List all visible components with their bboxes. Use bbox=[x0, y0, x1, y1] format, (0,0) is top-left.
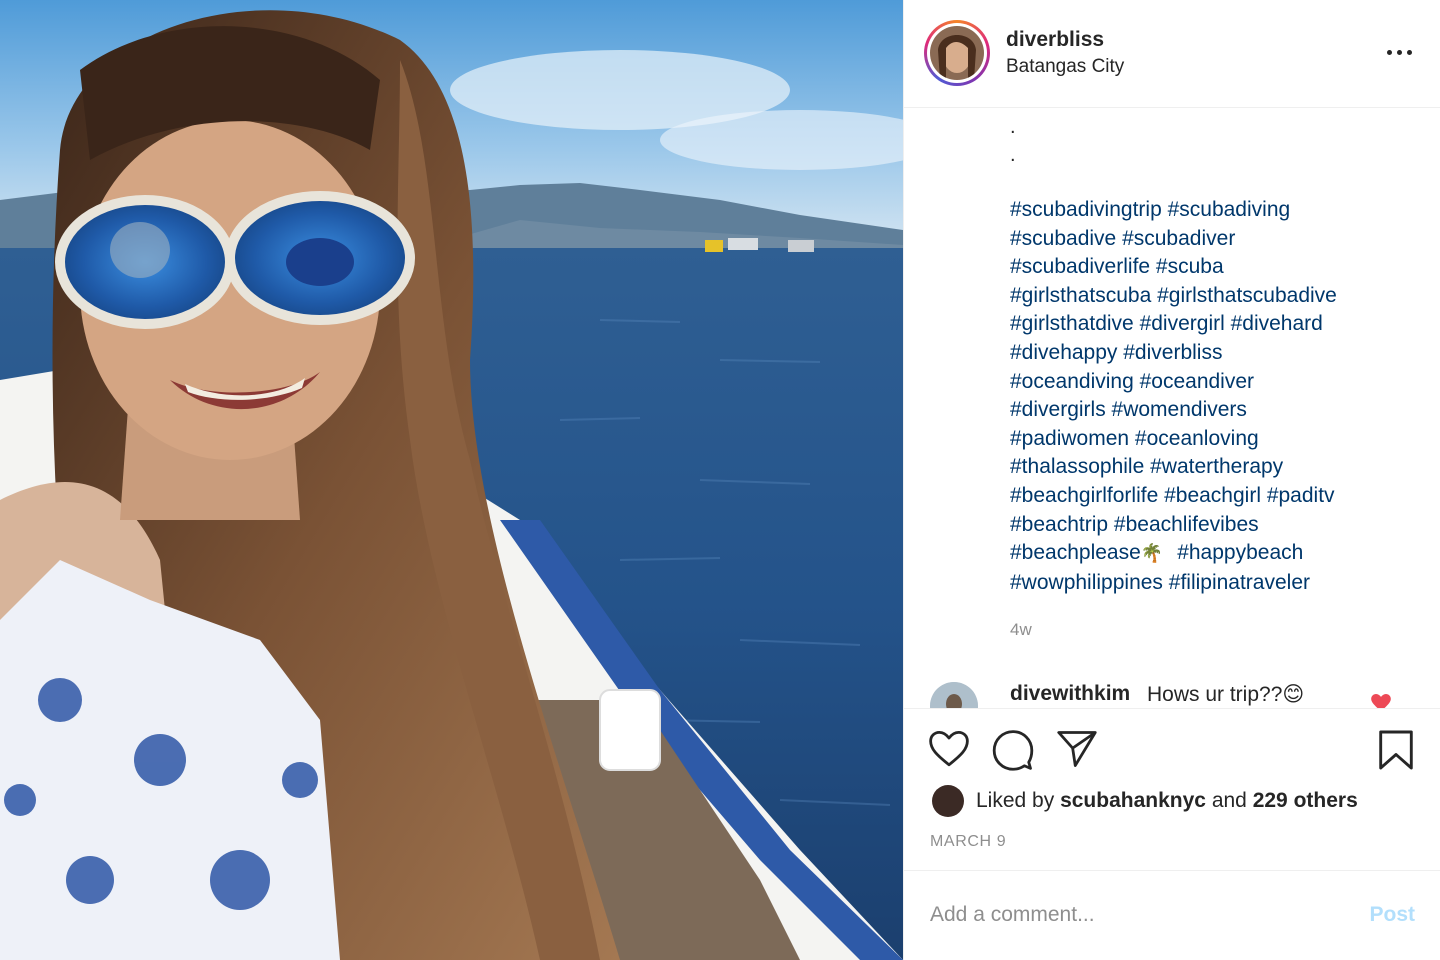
caption-area: . . #scubadivingtrip #scubadiving #scuba… bbox=[904, 108, 1440, 708]
post-side-panel: diverbliss Batangas City . . #scubadivin… bbox=[903, 0, 1440, 960]
hashtag-line[interactable]: #thalassophile #watertherapy bbox=[1010, 453, 1430, 482]
caption-hashtags: #scubadivingtrip #scubadiving #scubadive… bbox=[1010, 196, 1430, 597]
hashtag-line[interactable]: #girlsthatscuba #girlsthatscubadive bbox=[1010, 282, 1430, 311]
hashtag-link[interactable]: #beachplease bbox=[1010, 541, 1141, 564]
bookmark-icon[interactable] bbox=[1378, 729, 1414, 771]
comment-like-heart-icon[interactable] bbox=[1371, 694, 1391, 708]
likes-summary: Liked by scubahanknyc and 229 others bbox=[932, 785, 1358, 817]
liker-avatar[interactable] bbox=[932, 785, 964, 817]
commenter-username[interactable]: divewithkim bbox=[1010, 682, 1130, 706]
comment-row: divewithkim Hows ur trip??😊 bbox=[904, 678, 1440, 708]
hashtag-line[interactable]: #scubadivingtrip #scubadiving bbox=[1010, 196, 1430, 225]
post-actions: Liked by scubahanknyc and 229 others MAR… bbox=[904, 708, 1440, 870]
commenter-avatar[interactable] bbox=[930, 682, 978, 708]
author-avatar-image bbox=[930, 26, 984, 80]
post-photo-illustration bbox=[0, 0, 903, 960]
hashtag-line[interactable]: #divehappy #diverbliss bbox=[1010, 339, 1430, 368]
likes-joiner: and bbox=[1211, 789, 1247, 812]
hashtag-line[interactable]: #oceandiving #oceandiver bbox=[1010, 368, 1430, 397]
caption-dot: . bbox=[1010, 144, 1016, 166]
hashtag-line[interactable]: #padiwomen #oceanloving bbox=[1010, 425, 1430, 454]
share-icon[interactable] bbox=[1056, 729, 1098, 769]
hashtag-line[interactable]: #beachtrip #beachlifevibes bbox=[1010, 511, 1430, 540]
hashtag-line[interactable]: #beachgirlforlife #beachgirl #paditv bbox=[1010, 482, 1430, 511]
comment-icon[interactable] bbox=[992, 729, 1034, 771]
post-date[interactable]: MARCH 9 bbox=[930, 833, 1006, 851]
hashtag-link[interactable]: #happybeach bbox=[1177, 541, 1303, 564]
post-age[interactable]: 4w bbox=[1010, 620, 1032, 640]
author-avatar[interactable] bbox=[924, 20, 990, 86]
more-options-icon[interactable] bbox=[1385, 40, 1415, 64]
hashtag-line: #beachplease🌴 #happybeach bbox=[1010, 539, 1430, 569]
post-location[interactable]: Batangas City bbox=[1006, 56, 1124, 78]
hashtag-line[interactable]: #wowphilippines #filipinatraveler bbox=[1010, 569, 1430, 598]
comment-text: Hows ur trip??😊 bbox=[1147, 683, 1305, 706]
hashtag-line[interactable]: #scubadive #scubadiver bbox=[1010, 225, 1430, 254]
caption-dot: . bbox=[1010, 116, 1016, 138]
author-username[interactable]: diverbliss bbox=[1006, 28, 1104, 52]
likes-others-link[interactable]: 229 others bbox=[1253, 789, 1358, 812]
commenter-avatar-image bbox=[930, 682, 978, 708]
hashtag-line[interactable]: #girlsthatdive #divergirl #divehard bbox=[1010, 310, 1430, 339]
post-header: diverbliss Batangas City bbox=[904, 0, 1440, 108]
hashtag-line[interactable]: #scubadiverlife #scuba bbox=[1010, 253, 1430, 282]
add-comment-input[interactable] bbox=[930, 897, 1330, 933]
liker-username[interactable]: scubahanknyc bbox=[1060, 789, 1206, 812]
heart-icon[interactable] bbox=[928, 729, 970, 769]
post-comment-button[interactable]: Post bbox=[1369, 903, 1415, 927]
likes-prefix: Liked by bbox=[976, 789, 1055, 812]
palm-tree-emoji: 🌴 bbox=[1140, 543, 1164, 565]
hashtag-line[interactable]: #divergirls #womendivers bbox=[1010, 396, 1430, 425]
comment-box: Post bbox=[904, 870, 1440, 960]
post-photo[interactable] bbox=[0, 0, 903, 960]
